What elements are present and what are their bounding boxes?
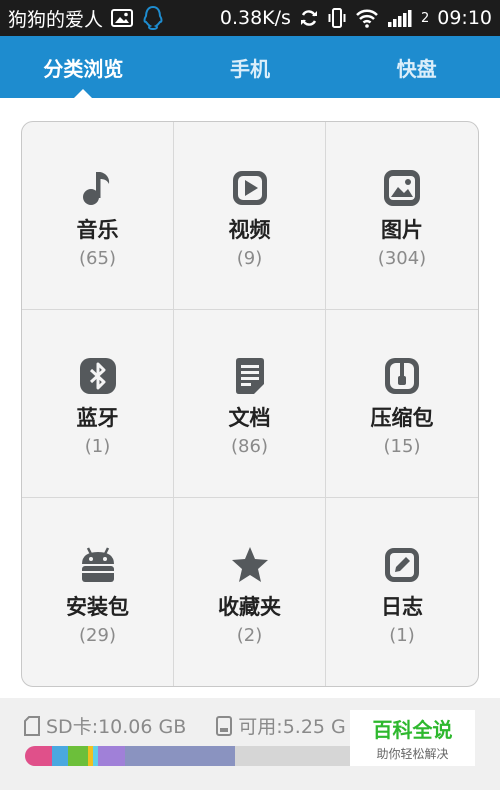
wifi-icon (355, 8, 379, 28)
image-icon (111, 9, 134, 27)
star-icon (230, 545, 270, 585)
sync-icon (299, 8, 319, 28)
category-name: 音乐 (76, 218, 119, 242)
category-archives[interactable]: 压缩包 (15) (326, 310, 478, 498)
category-count: (9) (236, 248, 263, 269)
category-music[interactable]: 音乐 (65) (22, 122, 174, 310)
free-space: 可用:5.25 G (238, 716, 346, 738)
watermark-subtitle: 助你轻松解决 (376, 747, 449, 761)
document-icon (230, 356, 270, 396)
category-count: (2) (236, 624, 263, 646)
category-panel: 音乐 (65) 视频 (9) 图片 (304) 蓝牙 (1) 文档 (86) 压… (0, 98, 500, 698)
category-favorites[interactable]: 收藏夹 (2) (174, 498, 326, 686)
video-icon (230, 168, 270, 208)
category-video[interactable]: 视频 (9) (174, 122, 326, 310)
watermark: 百科全说 助你轻松解决 (350, 710, 475, 766)
image-icon (382, 168, 422, 208)
storage-segment (25, 746, 52, 766)
category-count: (1) (84, 436, 111, 457)
category-name: 日志 (381, 594, 423, 619)
storage-segment (52, 746, 68, 766)
category-count: (304) (377, 248, 427, 269)
storage-segment (97, 746, 125, 766)
watermark-title: 百科全说 (372, 718, 453, 742)
category-name: 安装包 (66, 594, 129, 619)
tab-category-browse[interactable]: 分类浏览 (0, 36, 167, 98)
category-name: 视频 (228, 218, 271, 242)
signal-icon (387, 8, 413, 28)
qq-icon (141, 5, 165, 31)
sd-capacity: SD卡:10.06 GB (46, 716, 187, 738)
category-name: 图片 (381, 218, 423, 242)
storage-icon (216, 715, 233, 736)
android-icon (78, 545, 118, 585)
category-name: 文档 (228, 406, 271, 430)
category-bluetooth[interactable]: 蓝牙 (1) (22, 310, 174, 498)
storage-segment (67, 746, 88, 766)
category-count: (15) (383, 436, 421, 457)
tab-kuaipan[interactable]: 快盘 (333, 36, 500, 98)
status-bar: 狗狗的爱人 0.38K/s 2 09:10 (0, 0, 500, 36)
storage-info: SD卡:10.06 GB 可用:5.25 G (24, 712, 346, 739)
category-images[interactable]: 图片 (304) (326, 122, 478, 310)
tab-phone[interactable]: 手机 (167, 36, 334, 98)
category-count: (65) (79, 248, 116, 269)
vibrate-icon (327, 7, 347, 29)
category-name: 压缩包 (370, 406, 434, 430)
category-documents[interactable]: 文档 (86) (174, 310, 326, 498)
category-name: 蓝牙 (76, 406, 119, 430)
category-count: (1) (389, 624, 415, 646)
category-count: (86) (231, 436, 268, 457)
edit-icon (382, 545, 422, 585)
notification-title: 狗狗的爱人 (8, 8, 104, 31)
category-count: (29) (79, 624, 116, 646)
zip-icon (382, 356, 422, 396)
sim-indicator: 2 (420, 10, 430, 26)
storage-segment (124, 746, 236, 766)
category-apk[interactable]: 安装包 (29) (22, 498, 174, 686)
network-speed: 0.38K/s (219, 7, 291, 29)
clock: 09:10 (437, 7, 492, 29)
music-icon (78, 168, 118, 208)
category-name: 收藏夹 (218, 594, 281, 619)
bluetooth-icon (78, 356, 118, 396)
category-logs[interactable]: 日志 (1) (326, 498, 478, 686)
sd-card-icon (24, 715, 40, 736)
category-grid: 音乐 (65) 视频 (9) 图片 (304) 蓝牙 (1) 文档 (86) 压… (21, 121, 479, 687)
tab-bar: 分类浏览 手机 快盘 (0, 36, 500, 98)
